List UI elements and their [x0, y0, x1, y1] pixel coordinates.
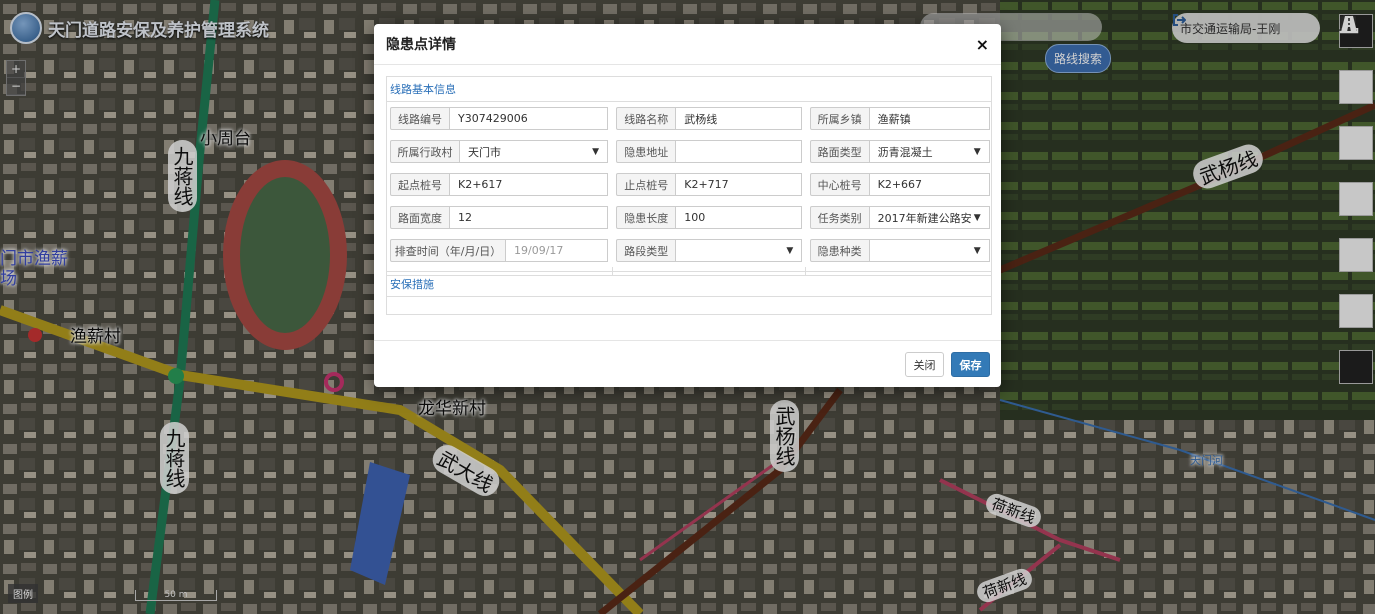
- hazard-addr-field: 隐患地址: [616, 139, 803, 164]
- township-input[interactable]: 渔薪镇: [869, 107, 990, 130]
- hazard-kind-label: 隐患种类: [809, 239, 870, 262]
- road-width-input[interactable]: 12: [450, 206, 608, 229]
- hazard-kind-field: 隐患种类 ▼: [809, 238, 991, 263]
- task-type-select-value: 2017年新建公路安: [877, 211, 972, 225]
- form-row-5: 排查时间（年/月/日） 19/09/17 路段类型 ▼ 隐患种类 ▼: [387, 234, 991, 267]
- surface-type-select-value: 沥青混凝土: [877, 145, 933, 159]
- segment-type-field: 路段类型 ▼: [616, 238, 803, 263]
- start-stake-label: 起点桩号: [390, 173, 450, 196]
- center-stake-label: 中心桩号: [809, 173, 870, 196]
- township-field: 所属乡镇 渔薪镇: [809, 106, 991, 131]
- village-field: 所属行政村 天门市 ▼: [390, 139, 609, 164]
- task-type-select[interactable]: 2017年新建公路安 ▼: [869, 206, 990, 229]
- center-stake-field: 中心桩号 K2+667: [809, 172, 991, 197]
- start-stake-field: 起点桩号 K2+617: [390, 172, 609, 197]
- route-name-label: 线路名称: [616, 107, 677, 130]
- hazard-detail-dialog: 隐患点详情 × 线路基本信息 线路编号 Y307429006 线路名称 武杨线 …: [374, 24, 1001, 387]
- task-type-label: 任务类别: [809, 206, 870, 229]
- surface-type-field: 路面类型 沥青混凝土 ▼: [809, 139, 991, 164]
- end-stake-field: 止点桩号 K2+717: [616, 172, 803, 197]
- village-select[interactable]: 天门市 ▼: [460, 140, 608, 163]
- hazard-length-field: 隐患长度 100: [616, 205, 803, 230]
- check-time-label: 排查时间（年/月/日）: [390, 239, 506, 262]
- segment-type-select[interactable]: ▼: [676, 239, 803, 262]
- hazard-kind-select[interactable]: ▼: [869, 239, 990, 262]
- road-width-field: 路面宽度 12: [390, 205, 609, 230]
- modal-header: 隐患点详情 ×: [374, 24, 1001, 65]
- hazard-addr-input[interactable]: [676, 140, 803, 163]
- hazard-length-label: 隐患长度: [616, 206, 677, 229]
- village-select-value: 天门市: [468, 145, 501, 159]
- caret-down-icon: ▼: [973, 213, 981, 223]
- village-label: 所属行政村: [390, 140, 460, 163]
- caret-down-icon: ▼: [973, 147, 981, 157]
- end-stake-input[interactable]: K2+717: [676, 173, 803, 196]
- check-time-input[interactable]: 19/09/17: [506, 239, 608, 262]
- form-row-1: 线路编号 Y307429006 线路名称 武杨线 所属乡镇 渔薪镇: [387, 102, 991, 135]
- center-stake-input[interactable]: K2+667: [869, 173, 990, 196]
- save-button[interactable]: 保存: [951, 352, 990, 377]
- form-row-3: 起点桩号 K2+617 止点桩号 K2+717 中心桩号 K2+667: [387, 168, 991, 201]
- safety-measures-section-title: 安保措施: [387, 272, 991, 297]
- check-time-field: 排查时间（年/月/日） 19/09/17: [390, 238, 609, 263]
- segment-type-label: 路段类型: [616, 239, 677, 262]
- basic-info-section-title: 线路基本信息: [387, 77, 991, 102]
- safety-measures-section: 安保措施: [386, 271, 992, 315]
- caret-down-icon: ▼: [973, 246, 981, 256]
- modal-title: 隐患点详情: [386, 37, 456, 53]
- surface-type-select[interactable]: 沥青混凝土 ▼: [869, 140, 990, 163]
- route-no-field: 线路编号 Y307429006: [390, 106, 609, 131]
- end-stake-label: 止点桩号: [616, 173, 677, 196]
- close-icon[interactable]: ×: [976, 35, 989, 54]
- start-stake-input[interactable]: K2+617: [450, 173, 608, 196]
- caret-down-icon: ▼: [786, 246, 794, 256]
- basic-info-section: 线路基本信息 线路编号 Y307429006 线路名称 武杨线 所属乡镇 渔薪镇…: [386, 76, 992, 276]
- hazard-addr-label: 隐患地址: [616, 140, 677, 163]
- form-row-2: 所属行政村 天门市 ▼ 隐患地址 路面类型 沥青混凝土 ▼: [387, 135, 991, 168]
- task-type-field: 任务类别 2017年新建公路安 ▼: [809, 205, 991, 230]
- hazard-length-input[interactable]: 100: [676, 206, 803, 229]
- route-no-label: 线路编号: [390, 107, 450, 130]
- close-button[interactable]: 关闭: [905, 352, 944, 377]
- form-row-4: 路面宽度 12 隐患长度 100 任务类别 2017年新建公路安 ▼: [387, 201, 991, 234]
- road-width-label: 路面宽度: [390, 206, 450, 229]
- surface-type-label: 路面类型: [809, 140, 870, 163]
- route-name-input[interactable]: 武杨线: [676, 107, 803, 130]
- modal-footer: 关闭 保存: [374, 340, 1001, 388]
- caret-down-icon: ▼: [592, 147, 599, 157]
- route-no-input[interactable]: Y307429006: [450, 107, 608, 130]
- township-label: 所属乡镇: [809, 107, 870, 130]
- route-name-field: 线路名称 武杨线: [616, 106, 803, 131]
